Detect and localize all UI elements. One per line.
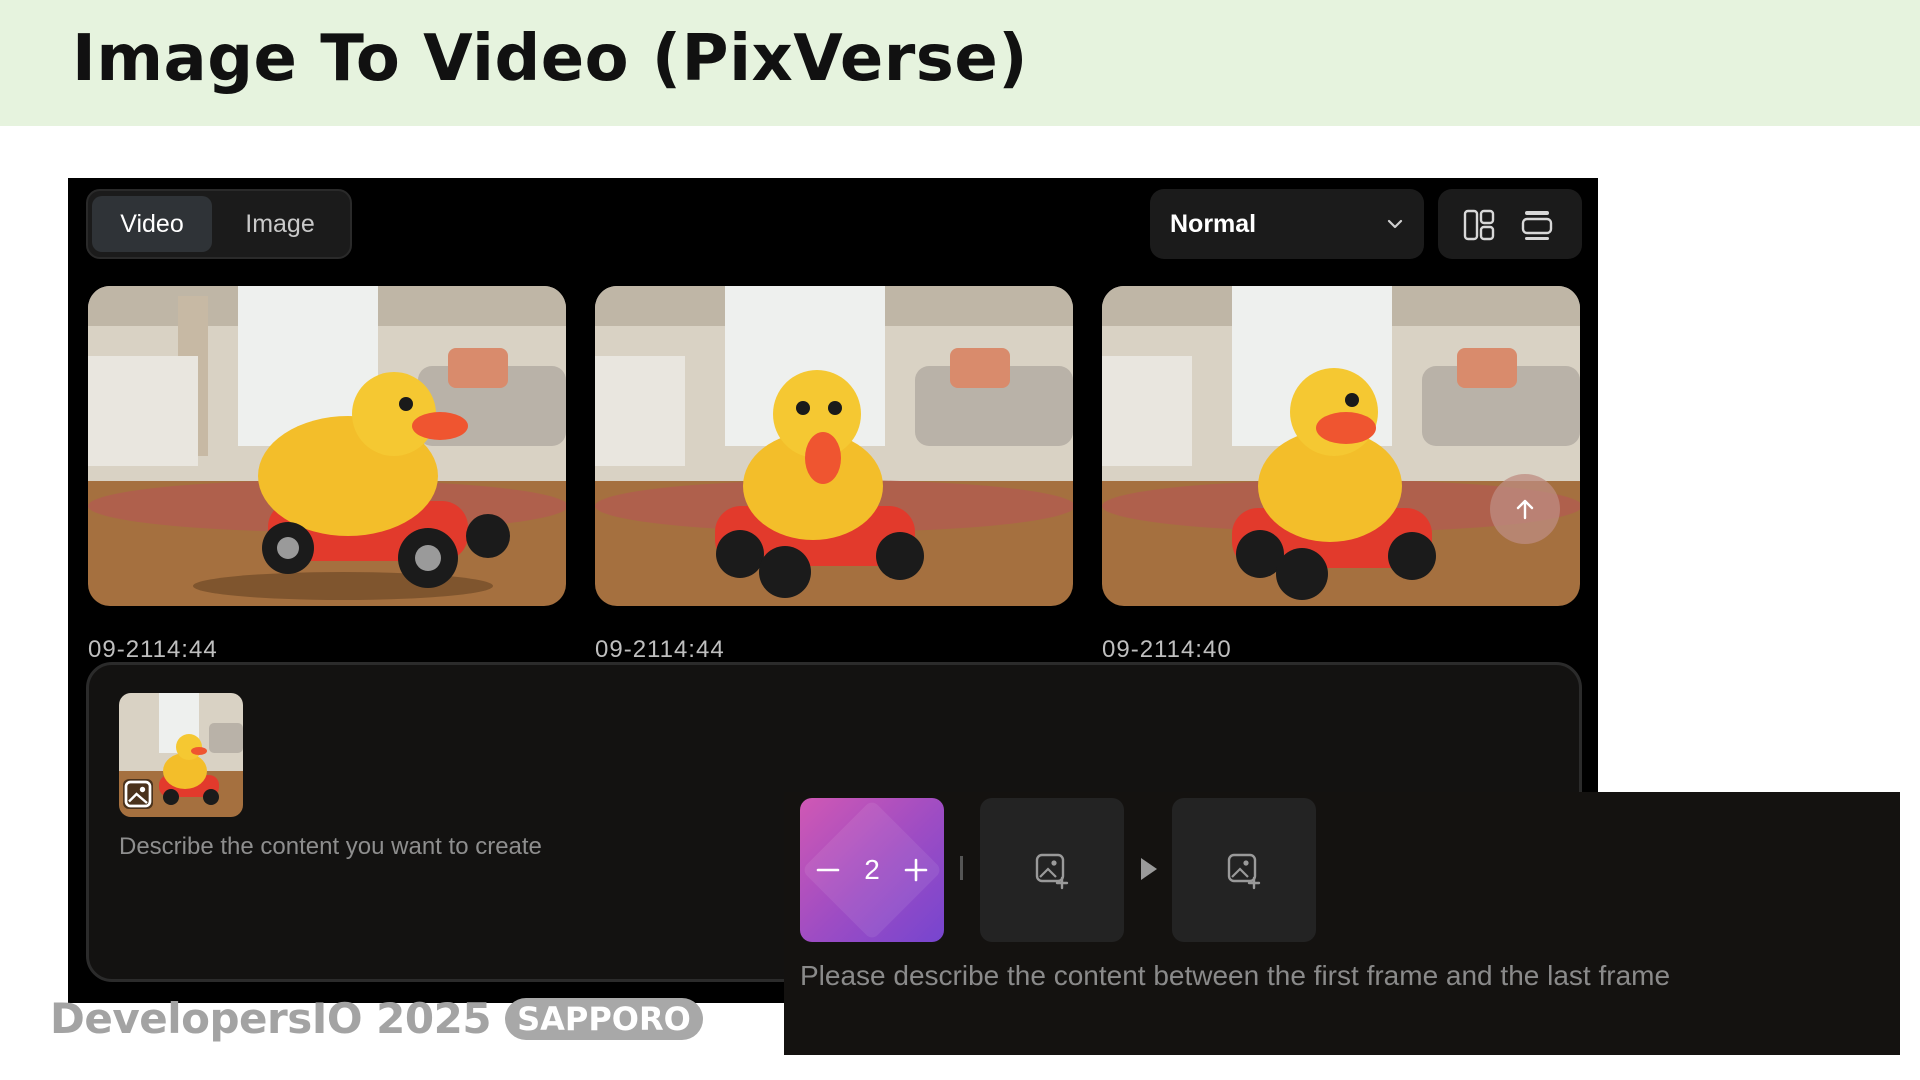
gallery-video-thumbnail[interactable]: [1102, 286, 1580, 606]
list-layout-icon[interactable]: [1520, 208, 1554, 242]
grid-layout-icon[interactable]: [1462, 208, 1496, 242]
quality-select[interactable]: Normal: [1150, 189, 1424, 259]
gallery-video-thumbnail[interactable]: [595, 286, 1073, 606]
event-city-badge: SAPPORO: [505, 997, 703, 1040]
divider: [960, 856, 963, 880]
last-frame-slot[interactable]: [1172, 798, 1316, 942]
event-watermark: DevelopersIO 2025 SAPPORO: [50, 994, 703, 1043]
scroll-top-button[interactable]: [1490, 474, 1560, 544]
thumbnail-timestamp: 09-2114:44: [595, 636, 725, 663]
reference-image[interactable]: [119, 693, 243, 817]
add-image-icon: [1227, 853, 1261, 890]
tab-image[interactable]: Image: [212, 196, 348, 252]
image-badge: [123, 779, 153, 809]
event-brand: DevelopersIO 2025: [50, 994, 492, 1043]
decrement-button[interactable]: [808, 850, 848, 890]
tab-video[interactable]: Video: [92, 196, 212, 252]
add-image-icon: [1035, 853, 1069, 890]
slide-title: Image To Video (PixVerse): [72, 22, 1029, 96]
duck-car-image: [1102, 286, 1580, 606]
slide-header: Image To Video (PixVerse): [0, 0, 1920, 126]
play-arrow-icon: [1141, 858, 1157, 880]
image-icon: [124, 780, 152, 808]
duck-car-image: [595, 286, 1073, 606]
prompt-input[interactable]: Describe the content you want to create: [119, 833, 542, 861]
increment-button[interactable]: [896, 850, 936, 890]
quality-select-value: Normal: [1170, 209, 1257, 238]
duck-car-image: [88, 286, 566, 606]
frames-prompt-input[interactable]: Please describe the content between the …: [800, 960, 1670, 992]
chevron-down-icon: [1387, 219, 1403, 229]
minus-icon: [816, 868, 840, 872]
thumbnail-timestamp: 09-2114:40: [1102, 636, 1232, 663]
count-value: 2: [864, 854, 880, 885]
mode-toggle: Video Image: [86, 189, 352, 259]
count-stepper: 2: [800, 798, 944, 942]
view-toggle: [1438, 189, 1582, 259]
first-frame-slot[interactable]: [980, 798, 1124, 942]
thumbnail-timestamp: 09-2114:44: [88, 636, 218, 663]
frames-panel: 2 Please describe the content between th…: [784, 792, 1900, 1055]
arrow-up-icon: [1516, 499, 1534, 520]
gallery-video-thumbnail[interactable]: [88, 286, 566, 606]
plus-icon: [904, 858, 928, 882]
